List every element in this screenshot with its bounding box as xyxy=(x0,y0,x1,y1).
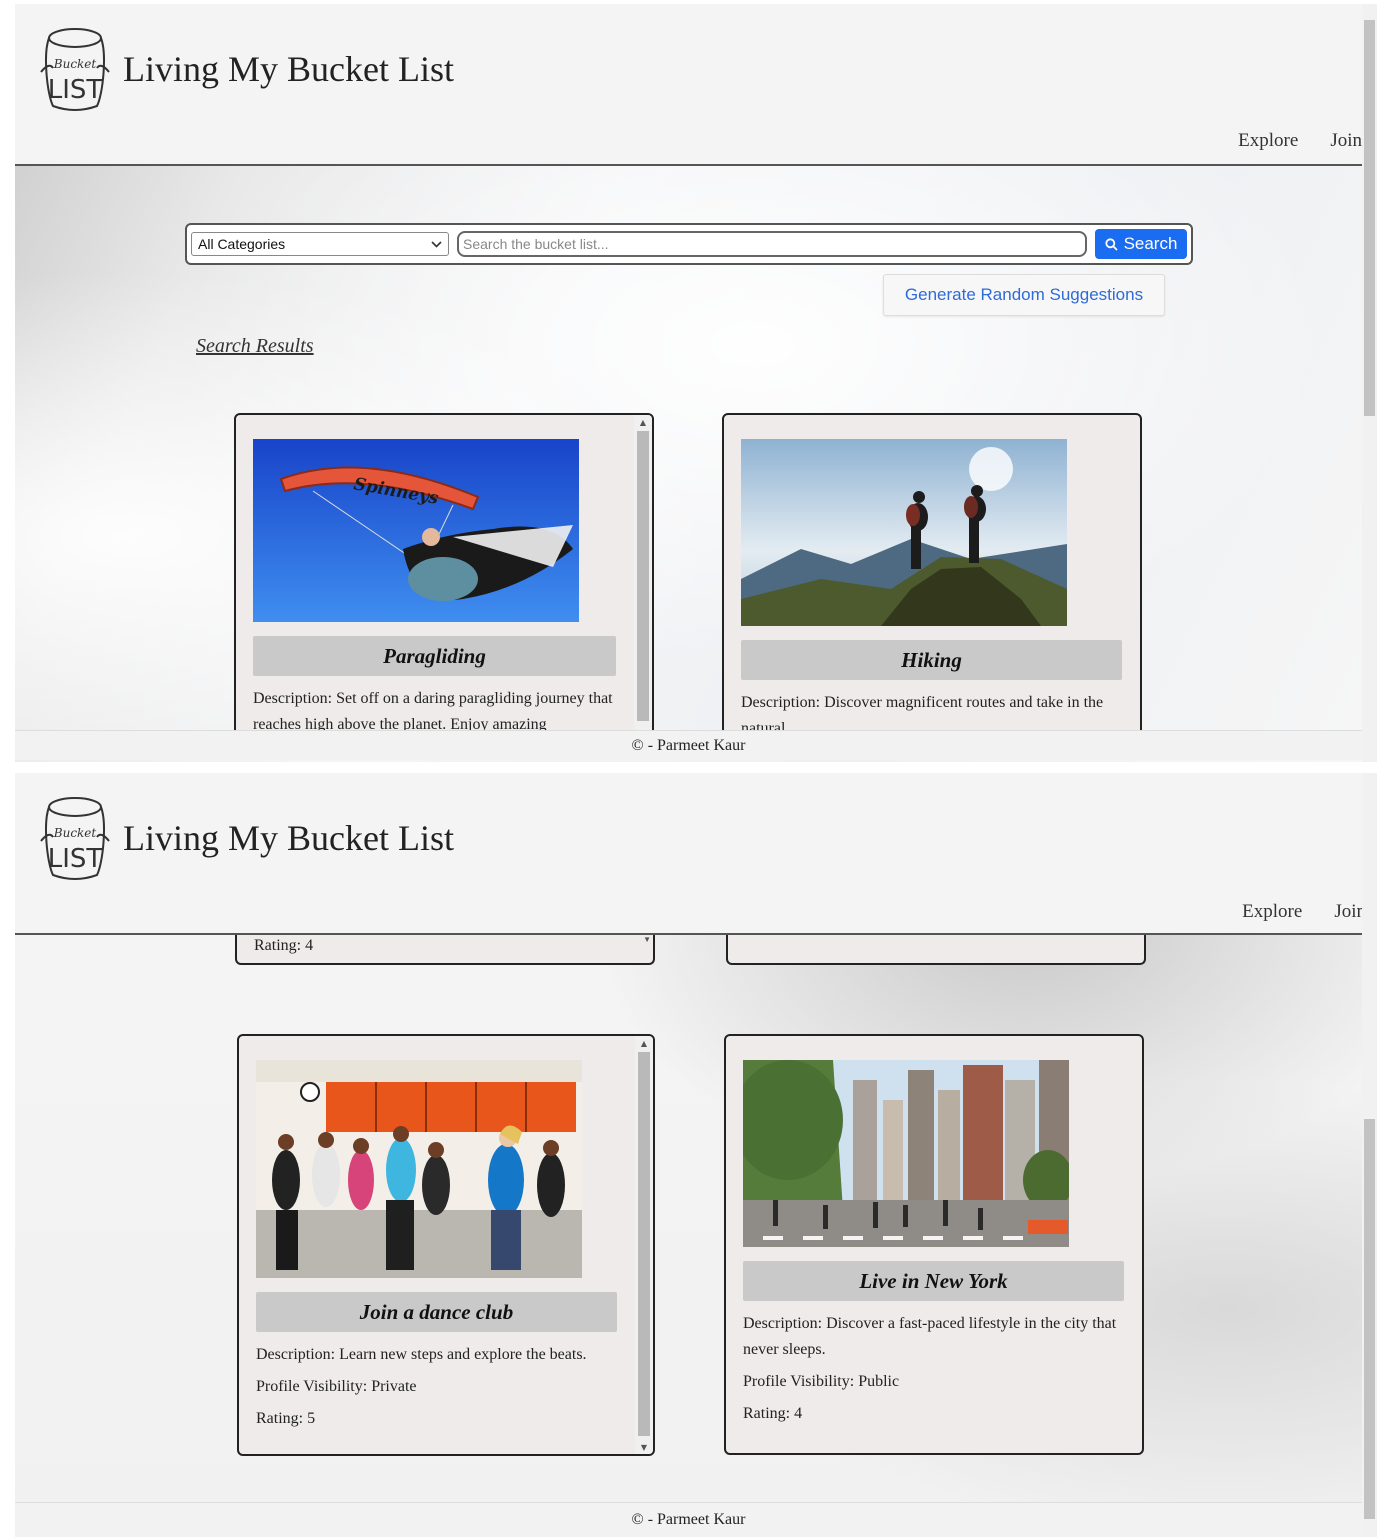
scroll-up-icon[interactable]: ▲ xyxy=(635,1036,653,1050)
scroll-thumb[interactable] xyxy=(638,1052,650,1436)
card-title: Paragliding xyxy=(253,636,616,676)
search-button[interactable]: Search xyxy=(1095,229,1187,259)
search-bar: All Categories Search the bucket list...… xyxy=(185,223,1193,265)
nav-join[interactable]: Join xyxy=(1334,901,1362,923)
svg-text:LIST: LIST xyxy=(48,844,103,874)
category-select-value: All Categories xyxy=(198,236,286,252)
svg-text:Bucket: Bucket xyxy=(53,826,97,840)
card-title: Hiking xyxy=(741,640,1122,680)
card-visibility: Profile Visibility: Private xyxy=(256,1378,417,1395)
card-paragliding[interactable]: Spinneys Paragliding Description: Set of… xyxy=(234,413,654,743)
category-select[interactable]: All Categories xyxy=(191,232,449,256)
search-icon xyxy=(1104,237,1118,251)
nav-explore[interactable]: Explore xyxy=(1238,130,1298,152)
generate-random-button[interactable]: Generate Random Suggestions xyxy=(883,274,1165,316)
new-york-image xyxy=(743,1060,1069,1247)
site-footer: © - Parmeet Kaur xyxy=(15,1502,1362,1537)
site-header: Bucket LIST Living My Bucket List Explor… xyxy=(15,4,1362,166)
hiking-image xyxy=(741,439,1067,626)
card-title: Live in New York xyxy=(743,1261,1124,1301)
site-header: Bucket LIST Living My Bucket List Explor… xyxy=(15,773,1362,935)
main-nav: Explore Join xyxy=(1238,130,1362,152)
site-title: Living My Bucket List xyxy=(123,49,454,89)
card-dance-club[interactable]: Join a dance club Description: Learn new… xyxy=(237,1034,655,1456)
page-scrollbar-bottom[interactable] xyxy=(1362,773,1377,1537)
svg-text:Bucket: Bucket xyxy=(53,57,97,71)
scroll-down-icon[interactable]: ▼ xyxy=(643,935,651,944)
card-new-york[interactable]: Live in New York Description: Discover a… xyxy=(724,1034,1144,1455)
search-placeholder: Search the bucket list... xyxy=(463,236,609,252)
card-scrollbar[interactable]: ▲ xyxy=(634,415,652,741)
card-rating: Rating: 4 xyxy=(743,1405,803,1422)
card-rating: Rating: 5 xyxy=(256,1410,316,1427)
card-visibility: Profile Visibility: Public xyxy=(743,1373,900,1390)
scroll-up-icon[interactable]: ▲ xyxy=(634,415,652,429)
card-title: Join a dance club xyxy=(256,1292,617,1332)
scroll-thumb[interactable] xyxy=(637,431,649,721)
chevron-down-icon xyxy=(431,240,442,248)
card-description: Description: Discover a fast-paced lifes… xyxy=(743,1315,1117,1358)
results-heading: Search Results xyxy=(196,335,314,357)
page-scrollbar-top[interactable] xyxy=(1362,4,1377,762)
scroll-down-icon[interactable]: ▼ xyxy=(635,1440,653,1454)
bucket-logo[interactable]: Bucket LIST xyxy=(39,793,111,883)
main-nav: Explore Join xyxy=(1242,901,1362,923)
bucket-logo[interactable]: Bucket LIST xyxy=(39,24,111,114)
svg-text:LIST: LIST xyxy=(48,75,103,105)
page-scroll-thumb[interactable] xyxy=(1364,1119,1375,1519)
site-footer: © - Parmeet Kaur xyxy=(15,730,1362,760)
card-description: Description: Learn new steps and explore… xyxy=(256,1346,587,1363)
card-details: Description: Discover a fast-paced lifes… xyxy=(743,1311,1124,1427)
nav-explore[interactable]: Explore xyxy=(1242,901,1302,923)
screenshot-top: Bucket LIST Living My Bucket List Explor… xyxy=(15,4,1362,762)
card-rating: Rating: 4 xyxy=(254,937,314,954)
paragliding-image: Spinneys xyxy=(253,439,579,622)
card-hiking[interactable]: Hiking Description: Discover magnificent… xyxy=(722,413,1142,743)
site-title: Living My Bucket List xyxy=(123,818,454,858)
card-details: Description: Learn new steps and explore… xyxy=(256,1342,617,1432)
nav-join[interactable]: Join xyxy=(1330,130,1362,152)
card-scrollbar[interactable]: ▲ ▼ xyxy=(635,1036,653,1454)
search-button-label: Search xyxy=(1123,234,1178,253)
page-scroll-thumb[interactable] xyxy=(1364,20,1375,416)
screenshot-bottom: Rating: 4 ▼ Bucket LIST Living My Bucket… xyxy=(15,773,1362,1537)
search-input[interactable]: Search the bucket list... xyxy=(457,231,1087,257)
dance-club-image xyxy=(256,1060,582,1278)
